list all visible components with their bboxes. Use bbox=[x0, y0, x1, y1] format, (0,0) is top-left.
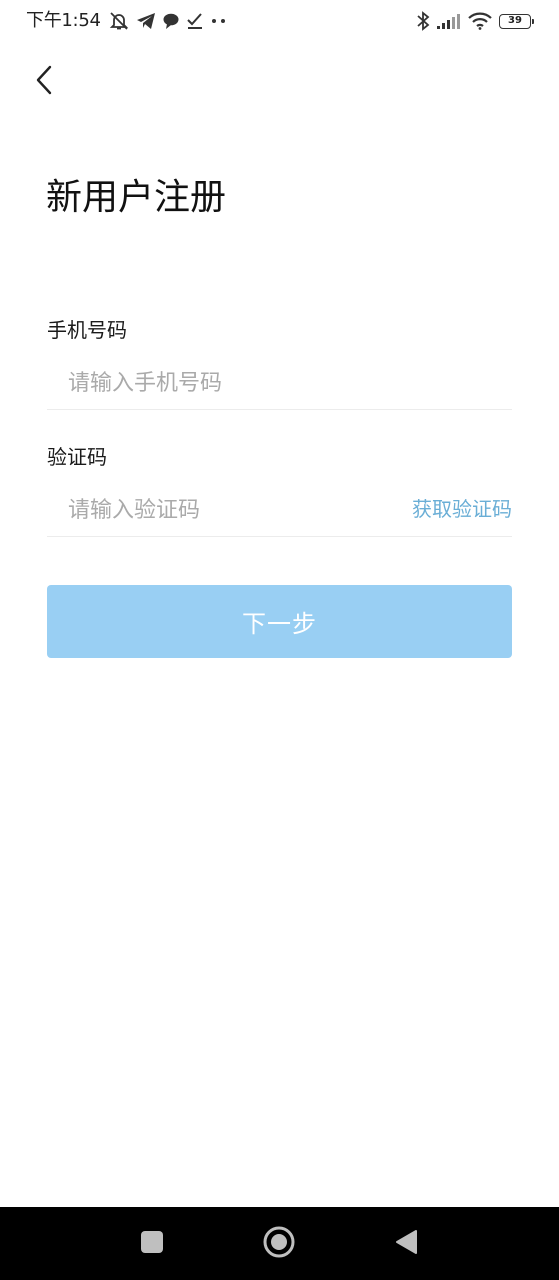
battery-level: 39 bbox=[508, 15, 522, 26]
get-code-button[interactable]: 获取验证码 bbox=[412, 494, 512, 524]
system-icons: 39 bbox=[416, 9, 534, 33]
check-icon bbox=[186, 12, 204, 30]
wifi-icon bbox=[468, 12, 492, 30]
status-bar: 下午1:54 39 bbox=[0, 0, 559, 42]
page-title: 新用户注册 bbox=[46, 177, 227, 218]
battery-icon: 39 bbox=[499, 13, 534, 29]
next-button[interactable]: 下一步 bbox=[47, 585, 512, 658]
mute-bell-icon bbox=[108, 11, 130, 31]
recents-button[interactable] bbox=[133, 1225, 171, 1263]
telegram-icon bbox=[136, 12, 156, 30]
back-button[interactable] bbox=[28, 62, 60, 102]
more-dots-icon bbox=[210, 16, 228, 26]
navigation-bar bbox=[0, 1207, 559, 1280]
home-circle-icon bbox=[262, 1225, 296, 1263]
phone-input[interactable] bbox=[47, 358, 512, 410]
signal-icon bbox=[437, 13, 461, 29]
status-time: 下午1:54 bbox=[26, 10, 101, 31]
home-button[interactable] bbox=[260, 1225, 298, 1263]
notification-icons bbox=[108, 9, 228, 33]
back-triangle-icon bbox=[394, 1229, 418, 1259]
chevron-left-icon bbox=[35, 65, 53, 99]
phone-label: 手机号码 bbox=[47, 318, 127, 342]
bluetooth-icon bbox=[416, 11, 430, 31]
system-back-button[interactable] bbox=[387, 1225, 425, 1263]
recents-square-icon bbox=[140, 1230, 164, 1258]
code-label: 验证码 bbox=[47, 445, 107, 469]
chat-bubble-icon bbox=[162, 12, 180, 30]
